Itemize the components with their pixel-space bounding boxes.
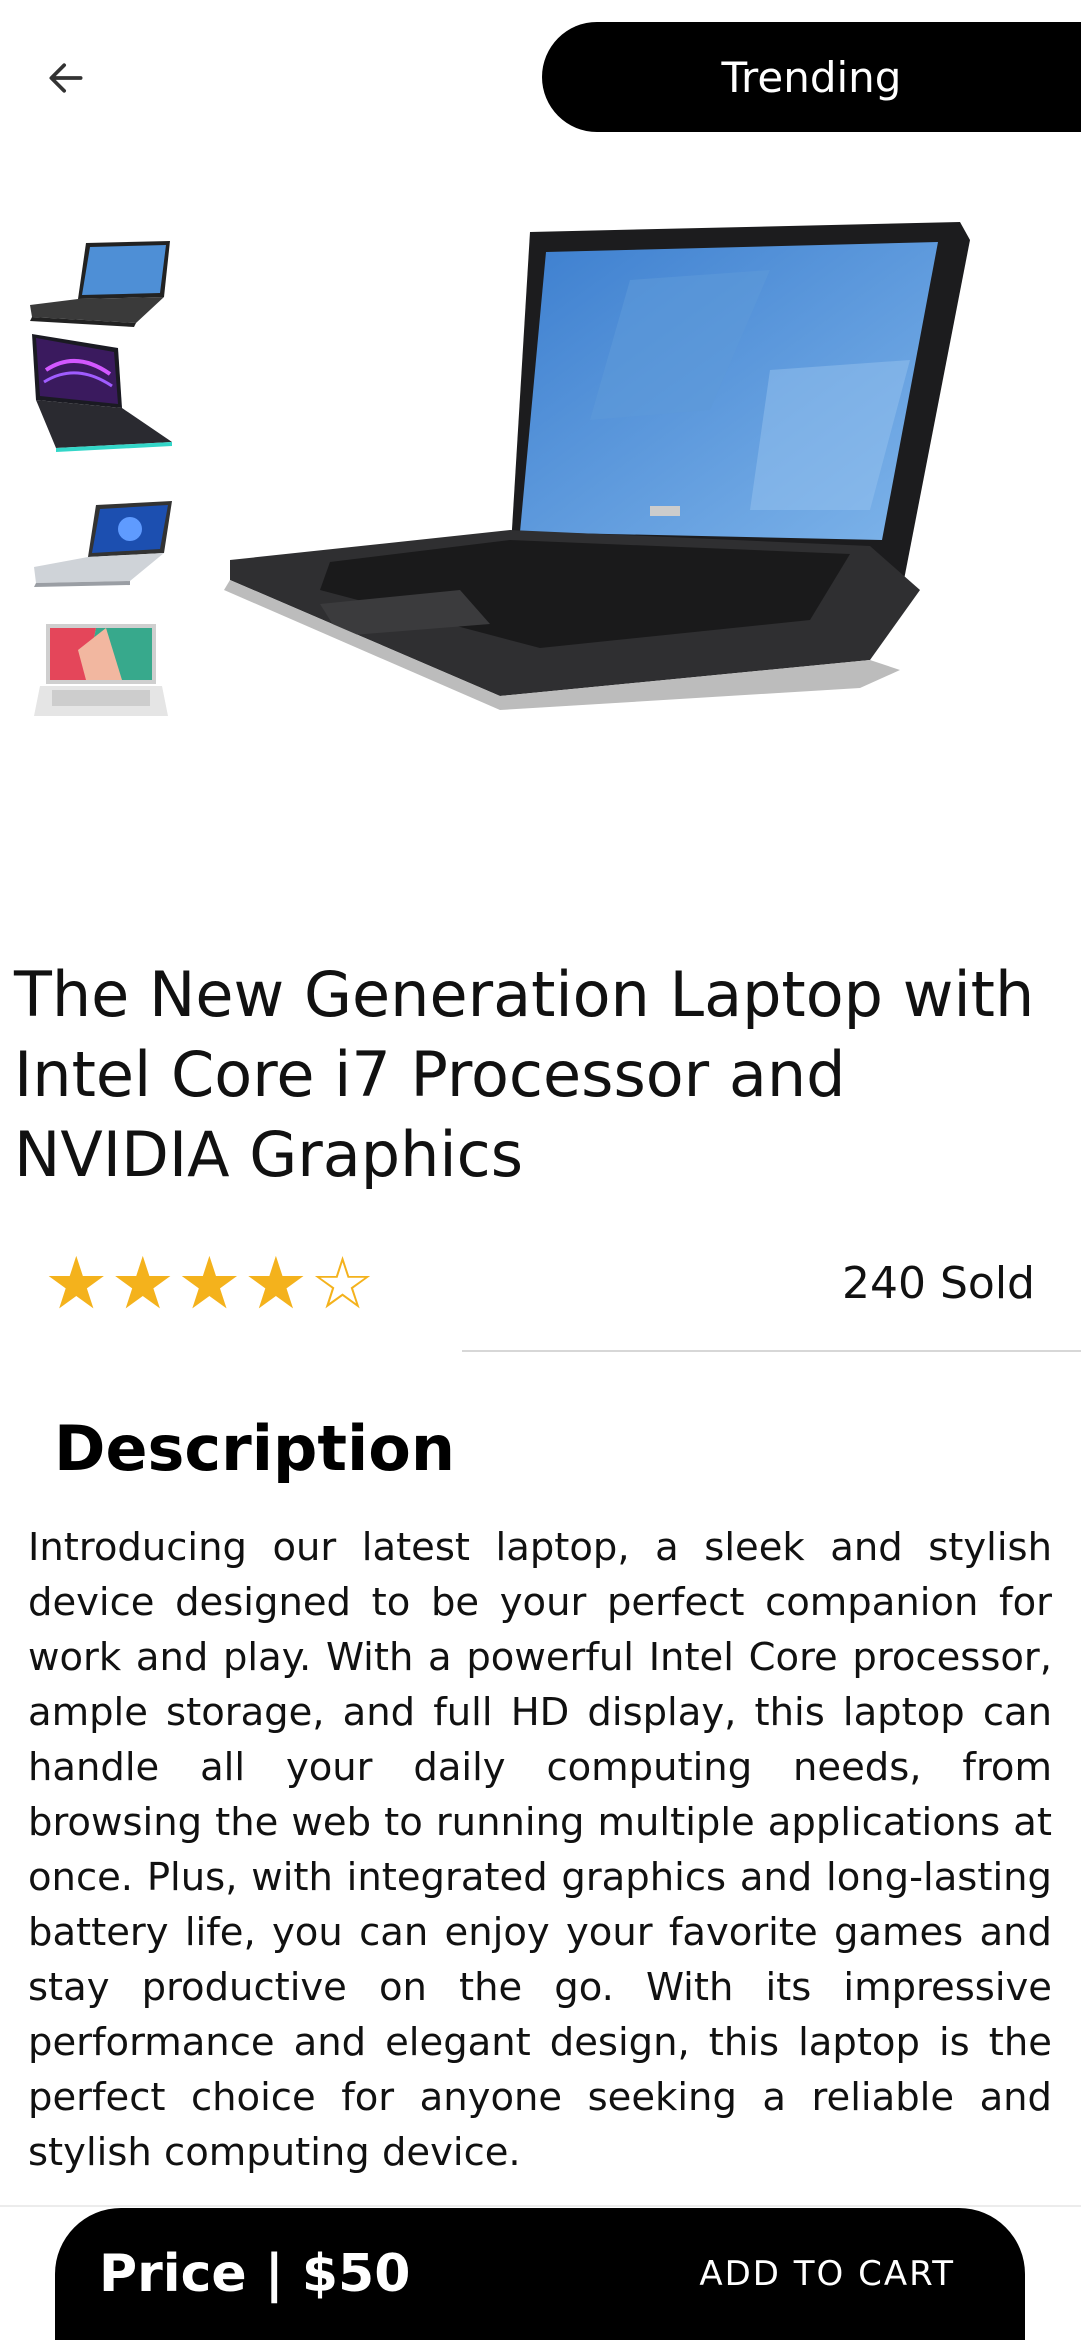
bottom-divider (0, 2205, 1081, 2207)
description-heading: Description (54, 1412, 456, 1485)
trending-badge[interactable]: Trending (542, 22, 1081, 132)
star-filled-icon: ★ (243, 1241, 309, 1325)
trending-label: Trending (721, 52, 902, 102)
arrow-left-icon (49, 63, 83, 93)
add-to-cart-button[interactable]: ADD TO CART (699, 2254, 955, 2294)
star-empty-icon: ☆ (310, 1241, 375, 1325)
cart-bar: Price | $50 ADD TO CART (55, 2208, 1025, 2340)
laptop-thumbnail-4[interactable] (26, 620, 176, 730)
back-button[interactable] (36, 48, 96, 108)
description-text: Introducing our latest laptop, a sleek a… (28, 1525, 1052, 2175)
star-rating: ★ ★ ★ ★ ☆ (44, 1241, 375, 1325)
star-filled-icon: ★ (177, 1241, 242, 1325)
laptop-thumbnail-2[interactable] (26, 334, 176, 452)
price-label: Price | $50 (99, 2244, 411, 2304)
product-title: The New Generation Laptop with Intel Cor… (14, 958, 1035, 1191)
star-filled-icon: ★ (44, 1241, 109, 1325)
star-filled-icon: ★ (110, 1241, 176, 1325)
laptop-main-image (210, 210, 980, 740)
laptop-thumbnail-1[interactable] (26, 230, 176, 340)
laptop-thumbnail-3[interactable] (26, 490, 176, 600)
divider (462, 1350, 1081, 1352)
sold-count: 240 Sold (842, 1258, 1035, 1309)
